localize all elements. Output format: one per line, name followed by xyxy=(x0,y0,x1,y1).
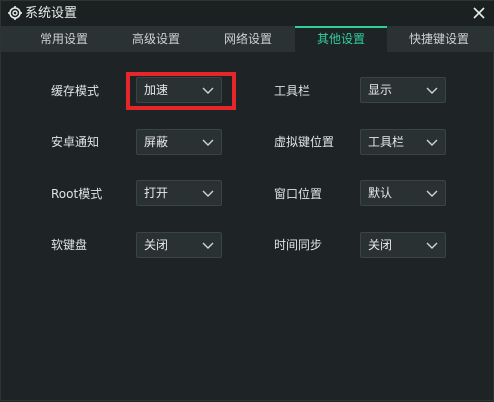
tab-network[interactable]: 网络设置 xyxy=(203,26,293,52)
tab-shortcuts[interactable]: 快捷键设置 xyxy=(389,26,489,52)
virtual-keys-label: 虚拟键位置 xyxy=(274,135,335,149)
soft-keyboard-select[interactable]: 关闭 xyxy=(136,232,222,258)
toolbar-select[interactable]: 显示 xyxy=(360,77,446,103)
toolbar-label: 工具栏 xyxy=(274,84,311,98)
chevron-down-icon xyxy=(426,139,438,146)
root-mode-select[interactable]: 打开 xyxy=(136,180,222,206)
tab-advanced[interactable]: 高级设置 xyxy=(111,26,201,52)
chevron-down-icon xyxy=(426,190,438,197)
chevron-down-icon xyxy=(202,190,214,197)
chevron-down-icon xyxy=(202,242,214,249)
tab-bar: 常用设置 高级设置 网络设置 其他设置 快捷键设置 xyxy=(1,26,494,52)
toolbar-value: 显示 xyxy=(368,83,393,97)
notifications-select[interactable]: 屏蔽 xyxy=(136,129,222,155)
virtual-keys-value: 工具栏 xyxy=(368,135,405,149)
chevron-down-icon xyxy=(426,87,438,94)
chevron-down-icon xyxy=(426,242,438,249)
soft-keyboard-label: 软键盘 xyxy=(51,238,88,252)
window-position-label: 窗口位置 xyxy=(274,187,323,201)
cache-mode-value: 加速 xyxy=(144,83,169,97)
notifications-value: 屏蔽 xyxy=(144,135,169,149)
soft-keyboard-value: 关闭 xyxy=(144,238,169,252)
chevron-down-icon xyxy=(202,139,214,146)
settings-panel: 缓存模式 加速 工具栏 显示 安卓通知 屏蔽 虚拟键位置 工具栏 Root模式 … xyxy=(1,52,494,402)
chevron-down-icon xyxy=(202,87,214,94)
notifications-label: 安卓通知 xyxy=(51,135,100,149)
time-sync-select[interactable]: 关闭 xyxy=(360,232,446,258)
cache-mode-select[interactable]: 加速 xyxy=(136,77,222,103)
window-position-value: 默认 xyxy=(368,186,393,200)
gear-icon xyxy=(8,6,22,20)
window-title: 系统设置 xyxy=(25,6,78,21)
title-bar: 系统设置 xyxy=(1,1,494,26)
time-sync-value: 关闭 xyxy=(368,238,393,252)
root-mode-label: Root模式 xyxy=(51,187,103,201)
close-icon[interactable] xyxy=(469,3,489,23)
cache-mode-label: 缓存模式 xyxy=(51,84,100,98)
time-sync-label: 时间同步 xyxy=(274,238,323,252)
settings-window: 系统设置 常用设置 高级设置 网络设置 其他设置 快捷键设置 缓存模式 加速 工… xyxy=(0,0,494,401)
root-mode-value: 打开 xyxy=(144,186,169,200)
tab-general[interactable]: 常用设置 xyxy=(19,26,109,52)
tab-other[interactable]: 其他设置 xyxy=(295,26,387,52)
window-position-select[interactable]: 默认 xyxy=(360,180,446,206)
virtual-keys-select[interactable]: 工具栏 xyxy=(360,129,446,155)
